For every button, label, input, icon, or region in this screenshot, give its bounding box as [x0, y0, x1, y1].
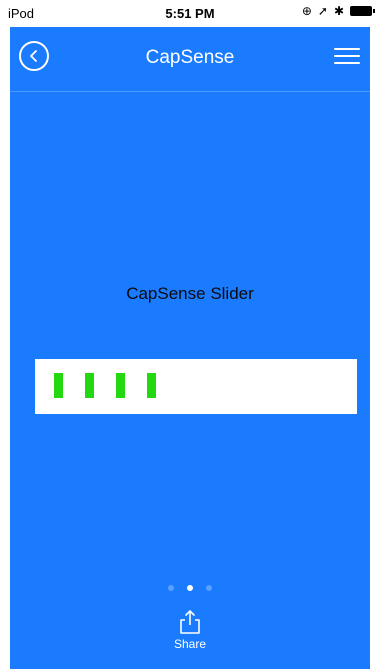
page-dot[interactable] — [168, 585, 174, 591]
status-bar: iPod 5:51 PM ⊕ ➚ ✱ — [0, 0, 380, 27]
slider-segment — [147, 373, 156, 398]
page-dot[interactable] — [206, 585, 212, 591]
slider-segment — [116, 373, 125, 398]
slider-label: CapSense Slider — [126, 284, 254, 303]
menu-line-icon — [334, 48, 360, 50]
nav-divider — [10, 91, 370, 92]
menu-line-icon — [334, 62, 360, 64]
slider-segment — [54, 373, 63, 398]
location-icon: ➚ — [317, 4, 328, 18]
status-icons: ⊕ ➚ ✱ — [301, 4, 375, 18]
lock-rotation-icon: ⊕ — [301, 4, 312, 18]
share-button[interactable]: Share — [165, 609, 215, 665]
app-screen: CapSense CapSense Slider Share — [10, 27, 370, 669]
share-label: Share — [173, 637, 207, 651]
page-dot[interactable] — [187, 585, 193, 591]
menu-line-icon — [334, 55, 360, 57]
battery-icon — [350, 6, 375, 16]
capsense-slider[interactable] — [35, 359, 357, 414]
page-title: CapSense — [145, 47, 235, 68]
slider-segment — [85, 373, 94, 398]
page-indicator[interactable] — [10, 585, 370, 591]
nav-bar: CapSense — [10, 27, 370, 91]
bluetooth-icon: ✱ — [333, 4, 344, 18]
share-icon — [180, 610, 200, 634]
menu-button[interactable] — [334, 46, 360, 66]
